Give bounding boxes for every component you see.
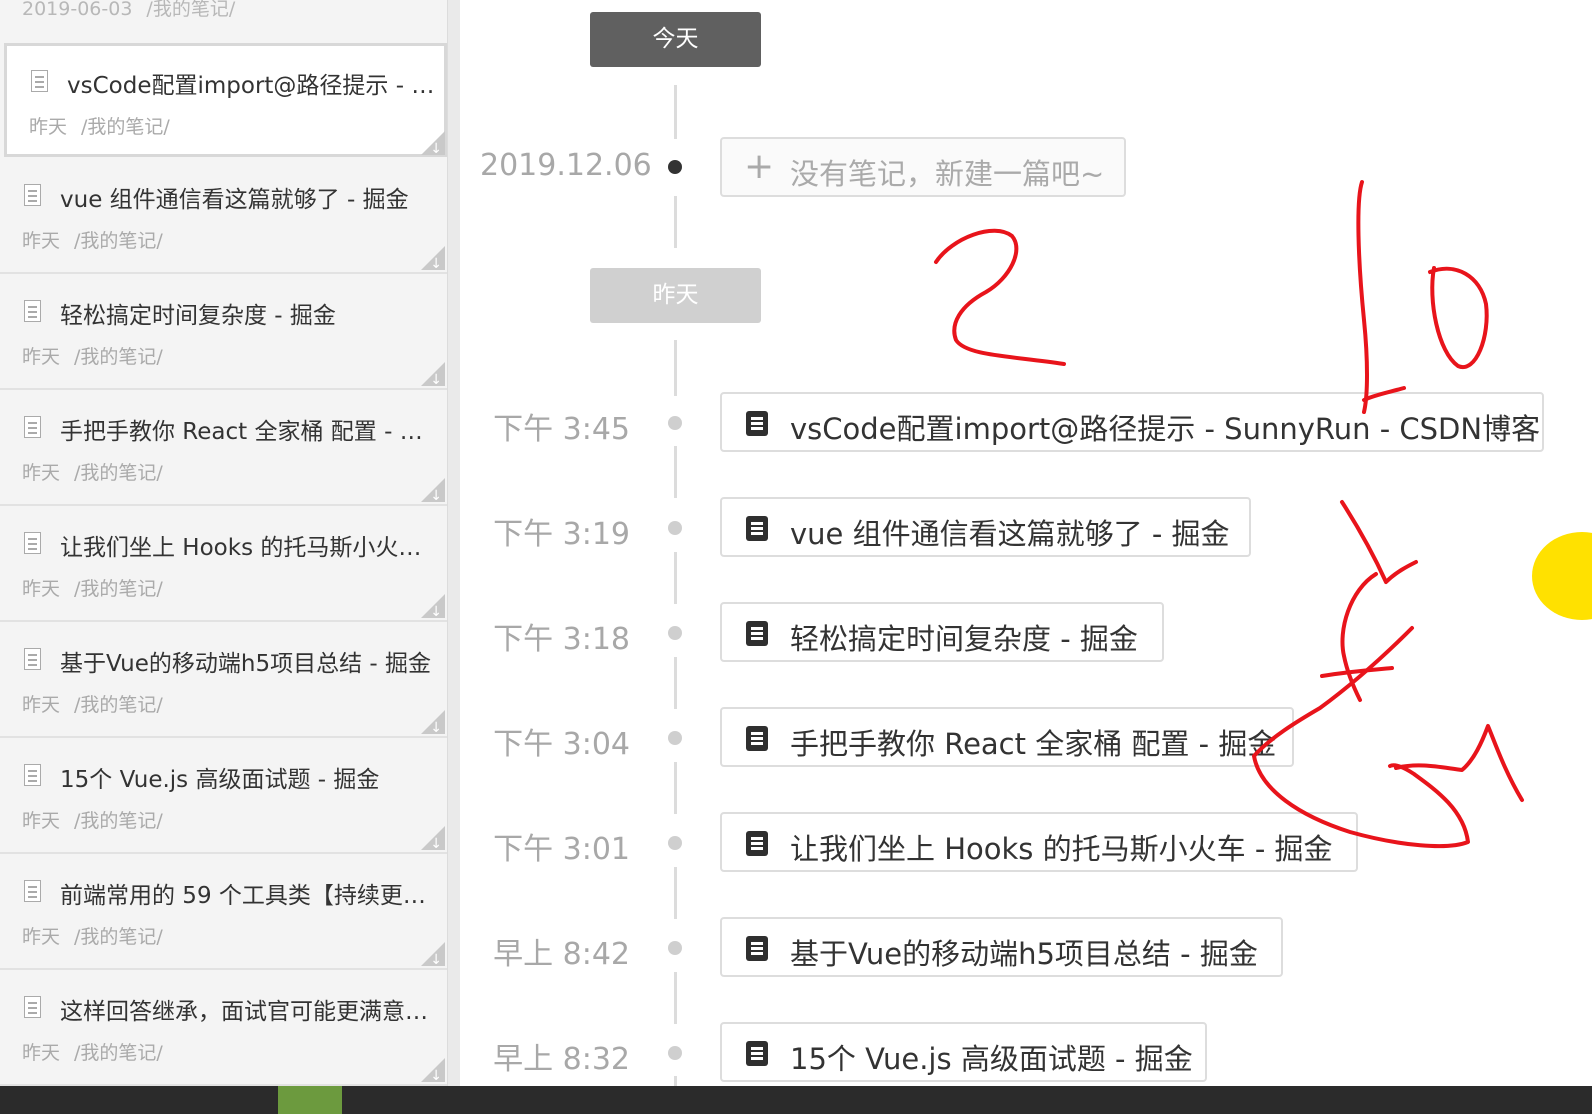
handwritten-annotation (934, 180, 1524, 849)
taskbar-app-button[interactable] (278, 1086, 342, 1114)
taskbar (0, 1086, 1592, 1114)
